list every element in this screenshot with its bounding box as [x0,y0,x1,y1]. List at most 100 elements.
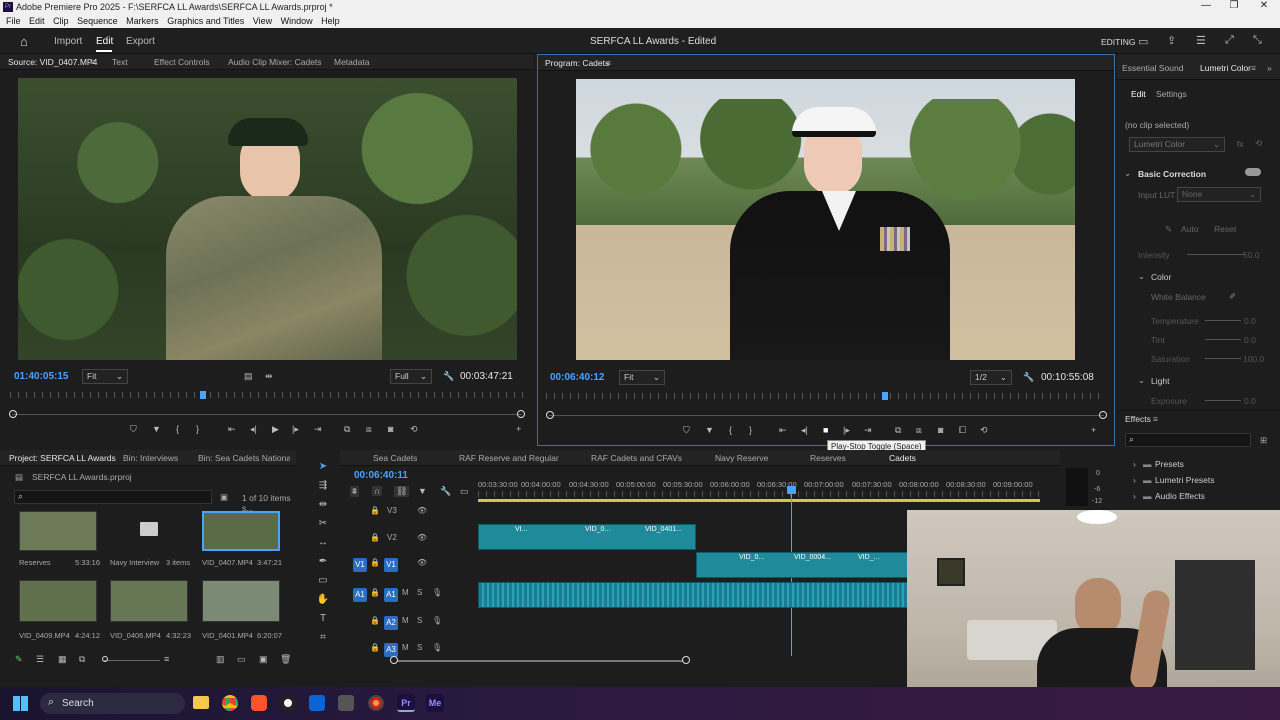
new-bin-icon[interactable]: ⊞ [1260,435,1267,446]
snap-icon[interactable]: ∩ [372,486,383,496]
workspace-label[interactable]: EDITING [1101,37,1135,47]
prog-step-forward-icon[interactable]: |▸ [843,425,850,436]
menu-clip[interactable]: Clip [53,16,69,26]
source-scroll-start[interactable] [9,410,17,418]
prog-add-icon[interactable]: + [1091,425,1096,435]
fx-icon[interactable]: fx [1237,139,1244,149]
razor-tool-icon[interactable]: ✂ [312,518,334,529]
media-encoder-taskbar-icon[interactable]: Me [426,694,444,712]
menu-sequence[interactable]: Sequence [77,16,118,26]
subtab-edit[interactable]: Edit [1131,89,1146,99]
eye-icon[interactable]: 👁 [417,506,427,515]
automate-icon[interactable]: ▥ [216,654,225,665]
tab-bin-interviews[interactable]: Bin: Interviews [123,453,178,463]
program-resolution-select[interactable]: 1/2 ⌄ [970,370,1012,385]
timeline-marker-icon[interactable]: ▼ [418,486,427,496]
saturation-value[interactable]: 100.0 [1243,354,1264,364]
effects-menu-icon[interactable]: ≡ [1153,414,1158,424]
tab-raf-cadets[interactable]: RAF Cadets and CFAVs [591,453,682,463]
item-name[interactable]: Navy Interview [110,558,159,567]
temperature-value[interactable]: 0.0 [1244,316,1256,326]
lock-icon[interactable]: 🔒 [370,506,380,515]
tab-text[interactable]: Text [112,57,128,67]
mute-button[interactable]: M [402,588,409,597]
program-scrollbar[interactable] [549,415,1104,416]
subtab-settings[interactable]: Settings [1156,89,1187,99]
tab-sea-cadets[interactable]: Sea Cadets [373,453,417,463]
work-area-bar[interactable] [478,499,1040,502]
presets-chevron-icon[interactable]: › [1133,459,1136,469]
lock-icon[interactable]: 🔒 [370,643,380,652]
add-marker-icon[interactable]: ▼ [152,424,161,434]
clip-a1[interactable] [478,582,908,608]
program-scroll-start[interactable] [546,411,554,419]
prog-add-marker-icon[interactable]: ▼ [705,425,714,435]
reset-button[interactable]: Reset [1214,224,1236,234]
tab-essential-sound[interactable]: Essential Sound [1122,63,1183,73]
menu-file[interactable]: File [6,16,21,26]
step-forward-icon[interactable]: |▸ [292,424,299,435]
mark-in-icon[interactable]: { [176,424,179,434]
menu-graphics[interactable]: Graphics and Titles [167,16,244,26]
go-to-in-icon[interactable]: ⇤ [228,424,236,435]
tint-slider[interactable] [1205,339,1241,340]
lock-icon[interactable]: 🔒 [370,616,380,625]
effects-search-field[interactable]: ⌕ [1125,433,1251,447]
program-wrench-icon[interactable]: 🔧 [1023,372,1034,383]
prog-mark-out-icon[interactable]: } [749,425,752,435]
program-menu-icon[interactable]: ≡ [606,58,611,68]
source-add-icon[interactable]: + [516,424,521,434]
timeline-wrench-icon[interactable]: 🔧 [440,486,451,497]
step-back-icon[interactable]: ◂| [250,424,257,435]
mute-button[interactable]: M [402,643,409,652]
basic-correction-title[interactable]: Basic Correction [1138,169,1206,179]
prog-camera-icon[interactable]: ◙ [938,425,943,435]
calculator-icon[interactable] [338,695,354,711]
item-name[interactable]: VID_0401.MP4 [202,631,253,640]
source-resolution-select[interactable]: Full ⌄ [390,369,432,384]
solo-button[interactable]: S [417,643,422,652]
source-patch-v1[interactable]: V1 [353,558,367,572]
lumetri-effect-select[interactable]: Lumetri Color ⌄ [1129,137,1225,152]
transcript-tool-icon[interactable]: ⌗ [312,632,334,643]
lock-icon[interactable]: 🔒 [370,588,380,597]
new-item-icon[interactable]: ▣ [259,654,268,665]
tab-audio-clip-mixer[interactable]: Audio Clip Mixer: Cadets [228,57,322,67]
tab-program[interactable]: Program: Cadets [545,58,609,68]
davinci-icon[interactable] [368,695,384,711]
timeline-timecode[interactable]: 00:06:40:11 [354,470,408,481]
saturation-slider[interactable] [1205,358,1241,359]
prog-go-to-out-icon[interactable]: ⇥ [864,425,872,436]
thumb-vid-0406[interactable] [110,580,188,622]
timeline-scroll-end[interactable] [682,656,690,664]
ripple-edit-tool-icon[interactable]: ⇹ [312,499,334,510]
selection-tool-icon[interactable]: ➤ [312,461,334,472]
panel-overflow-icon[interactable]: » [1267,63,1272,73]
nav-edit[interactable]: Edit [96,36,113,47]
fullscreen-icon[interactable]: ☰ [1196,34,1206,47]
file-explorer-icon[interactable] [193,696,209,709]
clip-v1[interactable]: VID_0... VID_0004... VID_... [696,552,908,578]
eyedropper-icon[interactable]: ✐ [1229,291,1236,302]
temperature-slider[interactable] [1205,320,1241,321]
prog-play-stop-icon[interactable]: ■ [823,425,828,435]
program-scroll-end[interactable] [1099,411,1107,419]
thumb-reserves[interactable] [19,511,97,551]
item-name[interactable]: VID_0409.MP4 [19,631,70,640]
bin-folder-icon[interactable] [140,522,158,536]
menu-view[interactable]: View [253,16,272,26]
captions-icon[interactable]: ▭ [460,486,469,497]
maximize-panel-icon[interactable]: ⤡ [1253,34,1262,47]
freeform-view-icon[interactable]: ⧉ [79,654,85,665]
tab-project[interactable]: Project: SERFCA LL Awards [9,453,116,463]
audio-effects-item[interactable]: Audio Effects [1155,491,1205,501]
tab-reserves[interactable]: Reserves [810,453,846,463]
program-fit-select[interactable]: Fit ⌄ [619,370,665,385]
slip-tool-icon[interactable]: ↔ [312,537,334,548]
source-fit-select[interactable]: Fit ⌄ [82,369,128,384]
audio-effects-chevron-icon[interactable]: › [1133,491,1136,501]
premiere-taskbar-icon[interactable]: Pr [397,694,415,712]
find-bin-icon[interactable]: ▣ [220,492,228,503]
brave-icon[interactable] [251,695,267,711]
thumb-vid-0409[interactable] [19,580,97,622]
